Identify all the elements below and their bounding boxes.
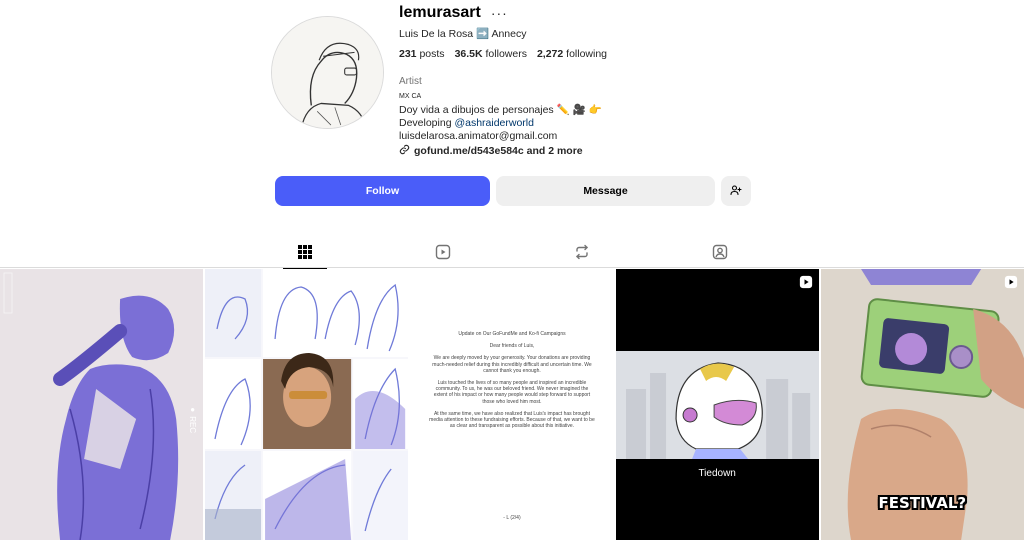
profile-category: Artist bbox=[399, 76, 422, 87]
tab-posts[interactable] bbox=[283, 236, 327, 269]
link-icon bbox=[399, 144, 410, 158]
avatar-illustration bbox=[272, 17, 383, 128]
letter-signature: - L (2/4) bbox=[503, 515, 521, 521]
post-letter-text: Update on Our GoFundMe and Ko-fi Campaig… bbox=[428, 331, 595, 521]
post-tile[interactable]: ● REC bbox=[0, 269, 204, 540]
posts-stat: 231 posts bbox=[399, 48, 445, 60]
more-horizontal-icon[interactable]: ··· bbox=[491, 5, 508, 21]
tab-reels[interactable] bbox=[421, 236, 465, 268]
rec-label: ● REC bbox=[188, 405, 198, 434]
profile-username: lemurasart bbox=[399, 4, 481, 21]
letter-paragraph-2: Luis touched the lives of so many people… bbox=[433, 380, 591, 405]
reel-badge-icon bbox=[1004, 275, 1018, 289]
bio-line-1: Doy vida a dibujos de personajes ✏️ 🎥 👉 bbox=[399, 104, 602, 116]
bio-line-2: Developing @ashraiderworld bbox=[399, 116, 534, 129]
following-stat[interactable]: 2,272 following bbox=[537, 48, 607, 60]
bio-location: MX CA bbox=[399, 93, 422, 100]
message-button[interactable]: Message bbox=[496, 176, 715, 206]
letter-paragraph-3: At the same time, we have also realized … bbox=[429, 410, 595, 430]
bio-mention-link[interactable]: @ashraiderworld bbox=[454, 117, 534, 129]
post-image-sketch-collage bbox=[205, 269, 409, 540]
tab-tagged[interactable] bbox=[698, 236, 742, 268]
reel-badge-icon bbox=[799, 275, 813, 289]
letter-title: Update on Our GoFundMe and Ko-fi Campaig… bbox=[458, 331, 566, 337]
suggested-accounts-button[interactable] bbox=[721, 176, 751, 206]
bio-email: luisdelarosa.animator@gmail.com bbox=[399, 129, 558, 142]
video-caption: Tiedown bbox=[698, 468, 736, 479]
profile-stats: 231 posts 36.5K followers 2,272 followin… bbox=[399, 48, 607, 60]
video-caption: FESTIVAL? bbox=[878, 494, 967, 512]
profile-external-link[interactable]: gofund.me/d543e584c and 2 more bbox=[399, 144, 583, 158]
profile-avatar[interactable] bbox=[271, 16, 384, 129]
follow-button[interactable]: Follow bbox=[275, 176, 490, 206]
post-video-helmet-character bbox=[615, 269, 819, 540]
posts-grid: ● REC Update on Our GoFundMe and Ko-fi C… bbox=[0, 269, 1024, 540]
post-image-purple-character bbox=[0, 269, 204, 540]
post-tile[interactable] bbox=[205, 269, 409, 540]
post-tile[interactable]: Tiedown bbox=[615, 269, 819, 540]
reels-icon bbox=[435, 244, 451, 260]
post-tile[interactable]: FESTIVAL? bbox=[820, 269, 1024, 540]
tagged-icon bbox=[712, 244, 728, 260]
tabs-divider bbox=[0, 267, 1024, 268]
letter-paragraph-1: We are deeply moved by your generosity. … bbox=[432, 355, 592, 374]
profile-bio: MX CA Doy vida a dibujos de personajes ✏… bbox=[399, 92, 602, 142]
letter-salutation: Dear friends of Luis, bbox=[489, 343, 535, 350]
grid-icon bbox=[297, 244, 313, 260]
profile-full-name: Luis De la Rosa ➡️ Annecy bbox=[399, 28, 527, 40]
followers-stat[interactable]: 36.5K followers bbox=[455, 48, 527, 60]
repost-icon bbox=[574, 244, 590, 260]
tab-reposts[interactable] bbox=[560, 236, 604, 268]
person-add-icon bbox=[730, 184, 742, 199]
post-tile[interactable]: Update on Our GoFundMe and Ko-fi Campaig… bbox=[410, 269, 614, 540]
